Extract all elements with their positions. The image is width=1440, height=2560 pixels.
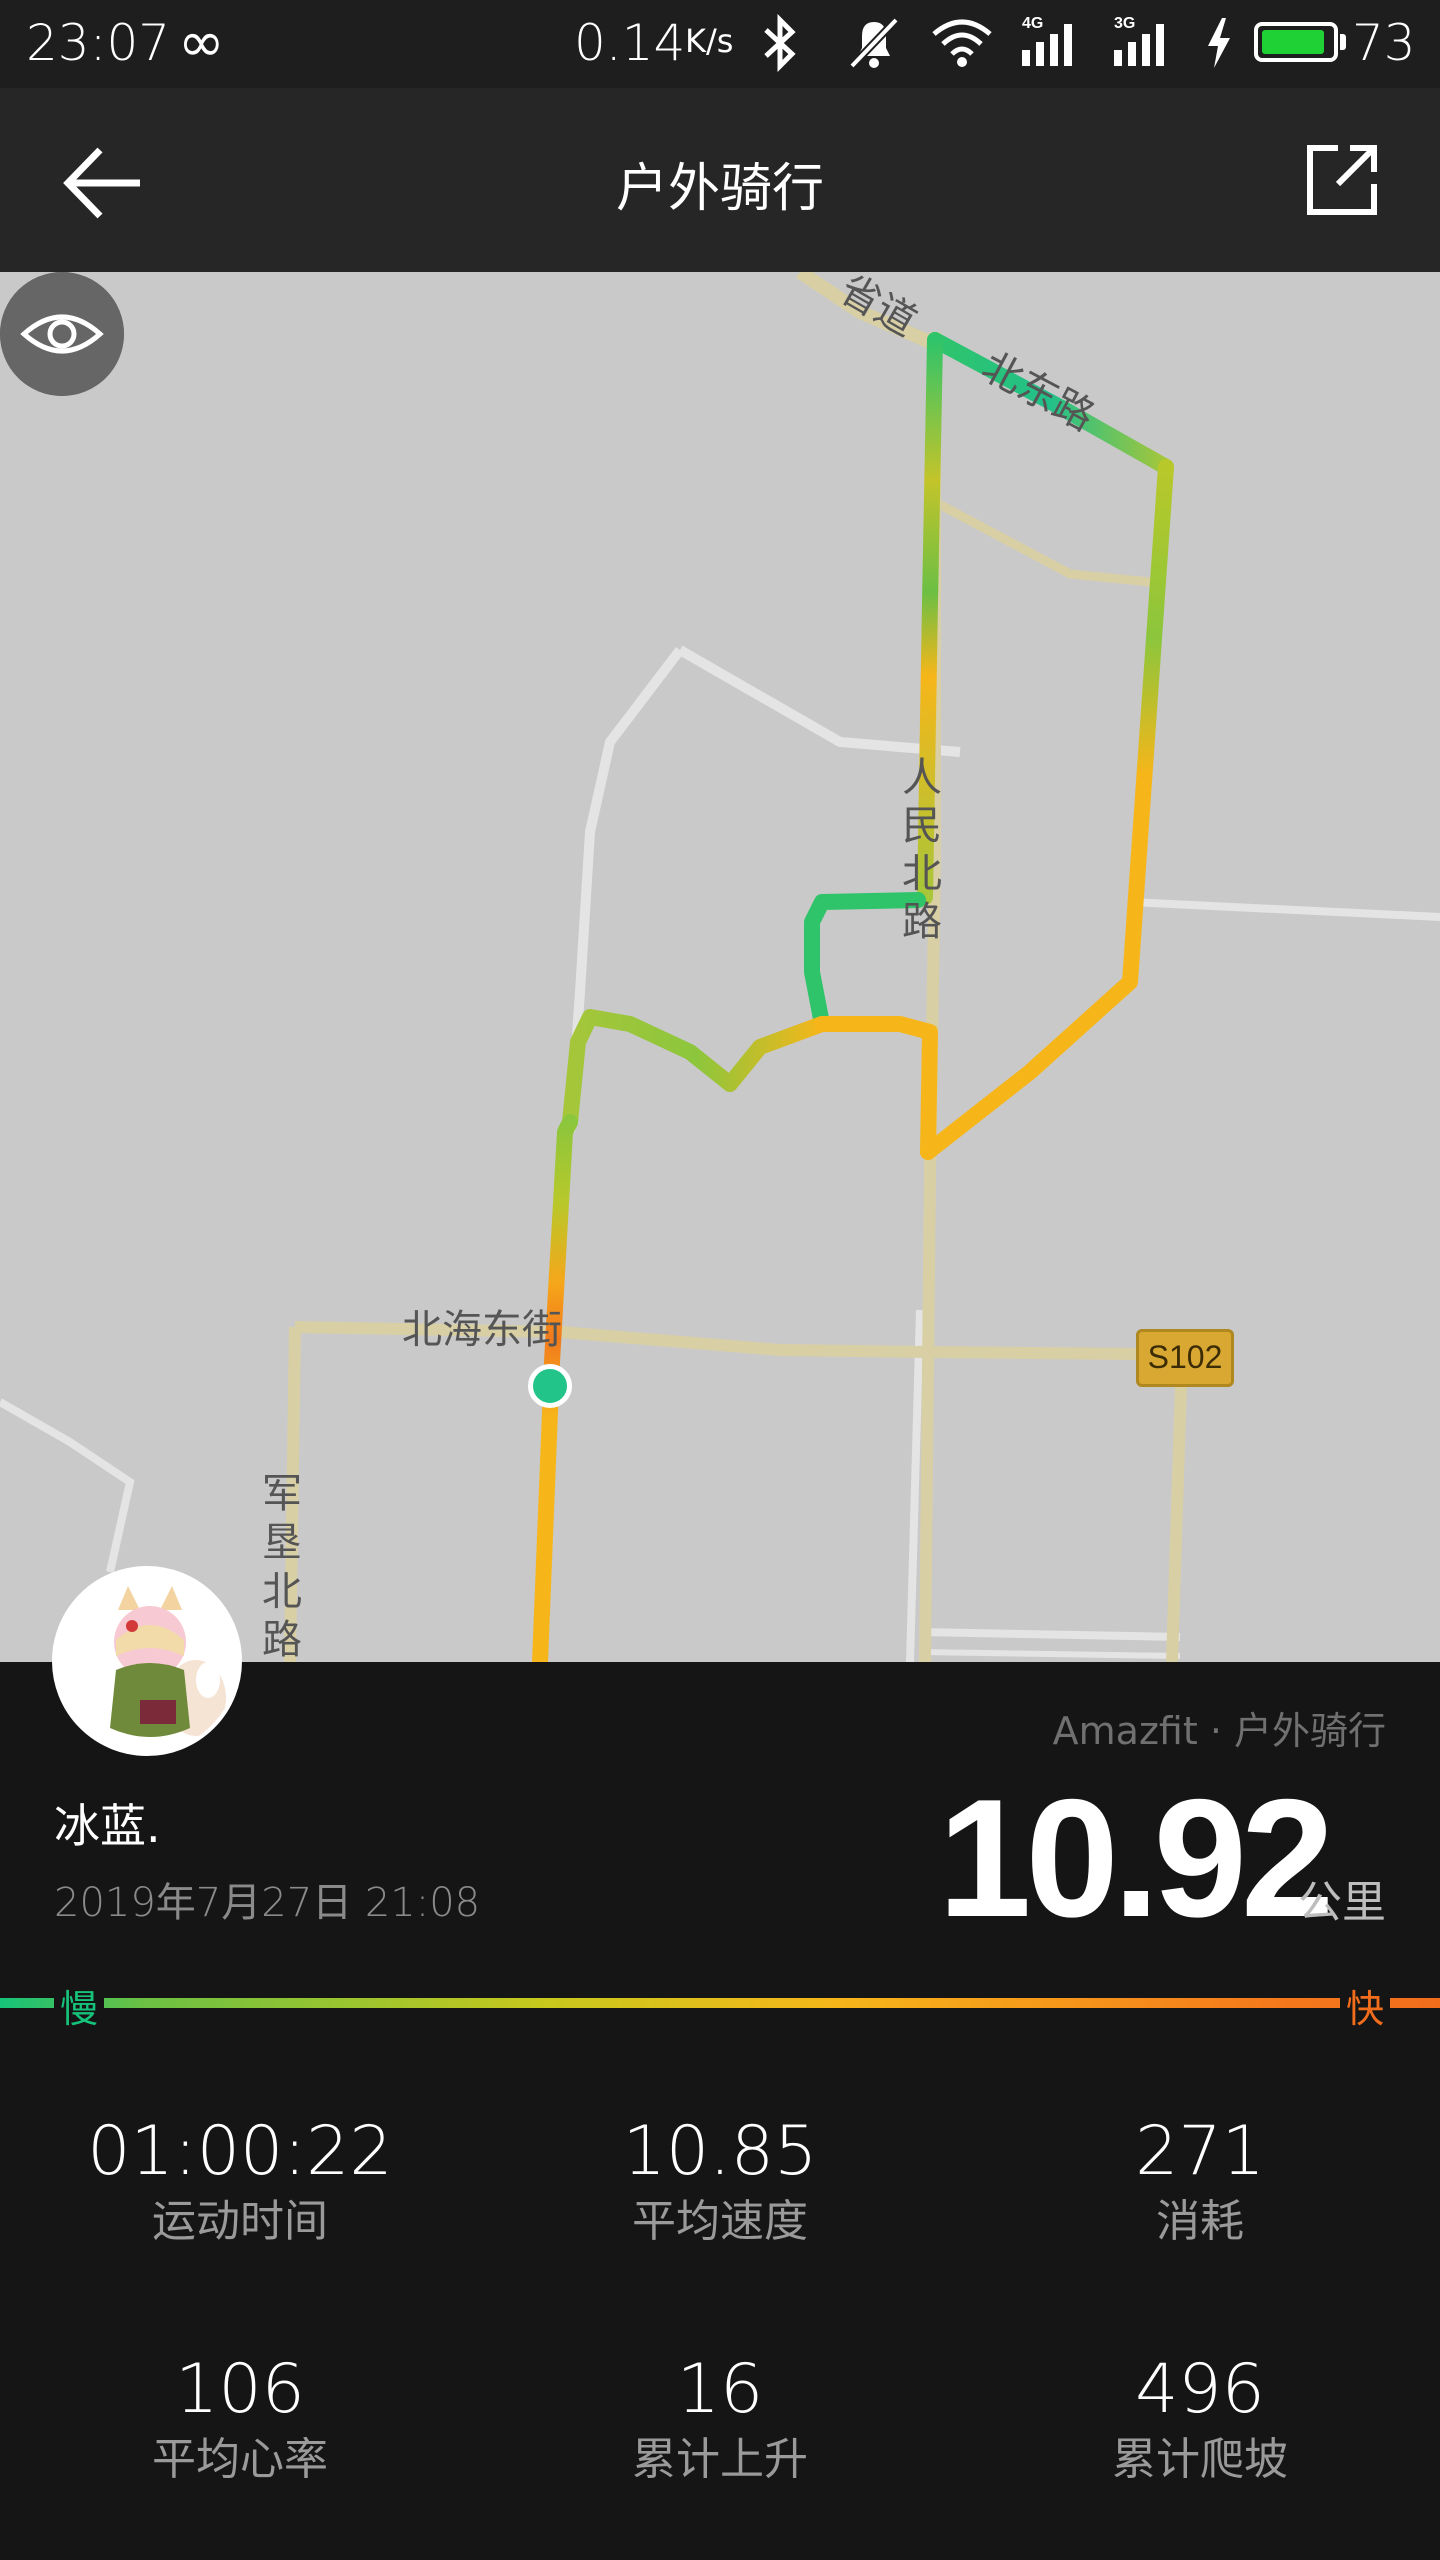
stat-avg-speed: 10.85 平均速度 (480, 2118, 960, 2244)
stat-label: 运动时间 (152, 2196, 328, 2247)
stat-label: 平均心率 (152, 2434, 328, 2485)
stat-avg-heart-rate: 106 平均心率 (0, 2356, 480, 2482)
user-name: 冰蓝. (54, 1799, 161, 1853)
road-badge: S102 (1136, 1329, 1234, 1387)
wifi-icon (932, 19, 992, 67)
stat-value: 496 (1135, 2350, 1265, 2429)
stat-value: 01:00:22 (87, 2112, 393, 2191)
stat-label: 消耗 (1156, 2196, 1244, 2247)
4g-signal-icon: 4G (1022, 15, 1072, 66)
charging-icon (1208, 18, 1230, 68)
mute-icon (849, 17, 899, 69)
stat-total-climb: 496 累计爬坡 (960, 2356, 1440, 2482)
network-speed-unit: K/s (685, 22, 734, 60)
avatar-image (56, 1570, 238, 1752)
infinity-icon: ∞ (178, 10, 225, 75)
stat-value: 271 (1135, 2112, 1265, 2191)
stat-label: 累计爬坡 (1112, 2434, 1288, 2485)
activity-date: 2019年7月27日 21:08 (54, 1880, 481, 1926)
total-distance: 10.92 (938, 1764, 1334, 1952)
route-map[interactable]: 省道 北东路 人民北路 北海东街 军垦北路 S102 km (0, 272, 1440, 1662)
app-header: 户外骑行 (0, 88, 1440, 272)
speed-slow-label: 慢 (54, 1978, 105, 2033)
eye-icon[interactable] (0, 272, 124, 396)
battery-level: 73 (1352, 14, 1416, 72)
stat-duration: 01:00:22 运动时间 (0, 2118, 480, 2244)
avatar[interactable] (52, 1566, 242, 1756)
share-icon[interactable] (1302, 140, 1382, 220)
route-end-marker (528, 1364, 572, 1408)
3g-signal-icon: 3G (1114, 15, 1164, 66)
map-label-junken-north-road: 军垦北路 (262, 1471, 302, 1662)
map-label-renmin-north-road: 人民北路 (902, 755, 942, 945)
stat-label: 累计上升 (632, 2434, 808, 2485)
status-time: 23:07 (26, 14, 171, 72)
svg-text:3G: 3G (1114, 15, 1135, 32)
stat-value: 106 (175, 2350, 305, 2429)
stat-label: 平均速度 (632, 2196, 808, 2247)
battery-icon (1254, 22, 1338, 62)
speed-legend-bar (0, 1998, 1440, 2008)
stat-total-ascent: 16 累计上升 (480, 2356, 960, 2482)
map-roads-and-route (0, 272, 1440, 1662)
stat-value: 16 (676, 2350, 764, 2429)
stat-value: 10.85 (622, 2112, 818, 2191)
stat-calories: 271 消耗 (960, 2118, 1440, 2244)
device-brand-label: Amazfit · 户外骑行 (1052, 1709, 1386, 1753)
bluetooth-icon (764, 14, 796, 72)
distance-unit: 公里 (1298, 1877, 1386, 1928)
network-speed: 0.14 (574, 14, 686, 72)
svg-text:4G: 4G (1022, 15, 1043, 32)
status-bar: 23:07 ∞ 0.14 K/s 4G 3G 73 (0, 0, 1440, 88)
page-title: 户外骑行 (615, 159, 824, 219)
speed-fast-label: 快 (1340, 1978, 1391, 2033)
map-label-beihai-east-street: 北海东街 (402, 1307, 562, 1353)
